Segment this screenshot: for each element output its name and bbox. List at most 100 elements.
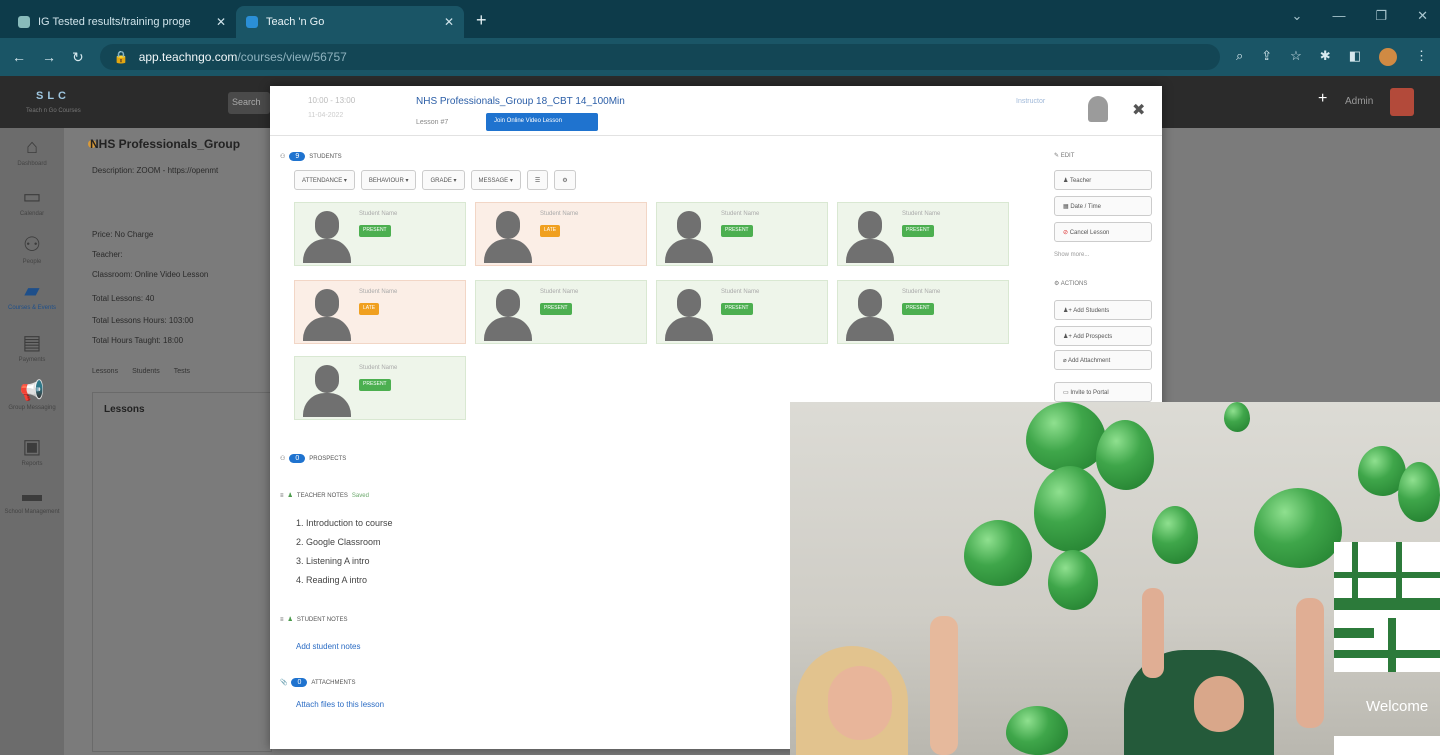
student-card[interactable]: Student Name PRESENT <box>656 280 828 344</box>
paperclip-icon: 📎 <box>280 680 288 686</box>
sidebar-item-payments[interactable]: ▤ Payments <box>0 330 64 363</box>
actions-section-label: ⚙ ACTIONS <box>1054 281 1088 287</box>
edit-date-time-button[interactable]: ▦ Date / Time <box>1054 196 1152 216</box>
attendance-dropdown[interactable]: ATTENDANCE ▾ <box>294 170 355 190</box>
student-card[interactable]: Student Name PRESENT <box>656 202 828 266</box>
minimize-button[interactable]: — <box>1332 8 1345 24</box>
student-name: Student Name <box>721 211 760 217</box>
behaviour-dropdown[interactable]: BEHAVIOUR ▾ <box>360 170 417 190</box>
sidebar-item-calendar[interactable]: ▭ Calendar <box>0 184 64 217</box>
people-icon: ⚇ <box>23 234 41 256</box>
browser-tab-1[interactable]: IG Tested results/training proge ✕ <box>8 6 236 38</box>
share-icon[interactable]: ⇪ <box>1261 48 1272 66</box>
restore-button[interactable]: ❐ <box>1375 8 1387 24</box>
lesson-time: 10:00 - 13:00 <box>308 96 356 105</box>
course-classroom: Classroom: Online Video Lesson <box>92 270 209 279</box>
student-card[interactable]: Student Name LATE <box>294 280 466 344</box>
student-card[interactable]: Student Name PRESENT <box>837 280 1009 344</box>
tab-close-icon[interactable]: ✕ <box>444 15 454 29</box>
forward-arrow-icon[interactable]: → <box>42 49 56 65</box>
attachments-count-badge: 0 <box>291 678 308 687</box>
list-view-button[interactable]: ☰ <box>526 170 549 190</box>
add-students-button[interactable]: ♟+ Add Students <box>1054 300 1152 320</box>
close-modal-button[interactable]: ✖ <box>1132 100 1145 120</box>
join-video-lesson-button[interactable]: Join Online Video Lesson <box>486 113 598 131</box>
attendance-badge[interactable]: PRESENT <box>540 303 572 315</box>
attendance-badge[interactable]: PRESENT <box>359 225 391 237</box>
attendance-badge[interactable]: LATE <box>540 225 561 237</box>
user-avatar[interactable] <box>1390 88 1414 116</box>
show-more-link[interactable]: Show more... <box>1054 252 1089 258</box>
attendance-badge[interactable]: PRESENT <box>902 303 934 315</box>
bookmark-star-icon[interactable]: ☆ <box>1290 48 1302 66</box>
grade-dropdown[interactable]: GRADE ▾ <box>422 170 465 190</box>
student-avatar <box>844 209 896 263</box>
profile-avatar[interactable] <box>1379 48 1397 66</box>
tab-lessons[interactable]: Lessons <box>92 368 118 375</box>
attendance-badge[interactable]: PRESENT <box>902 225 934 237</box>
attendance-badge[interactable]: PRESENT <box>721 303 753 315</box>
message-dropdown[interactable]: MESSAGE ▾ <box>470 170 521 190</box>
new-tab-button[interactable]: + <box>476 10 487 31</box>
reload-icon[interactable]: ↻ <box>72 49 84 66</box>
sidebar-item-school[interactable]: ▬ School Management <box>0 484 64 515</box>
instructor-name: Instructor <box>1016 98 1046 105</box>
invite-to-portal-button[interactable]: ▭ Invite to Portal <box>1054 382 1152 402</box>
attendance-badge[interactable]: LATE <box>359 303 380 315</box>
sidebar-item-label: Payments <box>18 357 46 363</box>
browser-tab-bar: IG Tested results/training proge ✕ Teach… <box>0 0 1440 38</box>
lesson-course-link[interactable]: NHS Professionals_Group 18_CBT 14_100Min <box>416 96 625 107</box>
back-arrow-icon[interactable]: ← <box>12 49 26 65</box>
home-icon: ⌂ <box>25 136 39 158</box>
tab-students[interactable]: Students <box>132 368 160 375</box>
extensions-icon[interactable]: ✱ <box>1320 48 1331 66</box>
course-teacher: Teacher: <box>92 250 123 259</box>
balloon-image <box>1152 506 1198 564</box>
settings-button[interactable]: ⚙ <box>554 170 576 190</box>
person-face-image <box>828 666 892 740</box>
people-icon: ⚇ <box>280 154 286 160</box>
sidebar-item-courses[interactable]: ▰ Courses & Events <box>0 278 64 311</box>
student-card[interactable]: Student Name PRESENT <box>475 280 647 344</box>
sidebar-item-reports[interactable]: ▣ Reports <box>0 434 64 467</box>
lessons-heading: Lessons <box>104 404 145 415</box>
tab-search-icon[interactable]: ⌄ <box>1292 8 1303 24</box>
attendance-badge[interactable]: PRESENT <box>359 379 391 391</box>
add-prospects-button[interactable]: ♟+ Add Prospects <box>1054 326 1152 346</box>
close-window-button[interactable]: ✕ <box>1417 8 1428 24</box>
student-avatar <box>482 287 534 341</box>
sidebar-item-label: People <box>22 259 42 265</box>
sidebar-item-dashboard[interactable]: ⌂ Dashboard <box>0 136 64 167</box>
add-attachment-button[interactable]: ⌀ Add Attachment <box>1054 350 1152 370</box>
balloon-image <box>1398 462 1440 522</box>
edit-teacher-button[interactable]: ♟ Teacher <box>1054 170 1152 190</box>
course-description: Description: ZOOM - https://openmt <box>92 166 219 175</box>
side-panel-icon[interactable]: ◧ <box>1349 48 1361 66</box>
sidebar-item-people[interactable]: ⚇ People <box>0 232 64 265</box>
quick-add-button[interactable]: + <box>1318 90 1327 108</box>
tab-close-icon[interactable]: ✕ <box>216 15 226 29</box>
student-card[interactable]: Student Name PRESENT <box>837 202 1009 266</box>
zoom-icon[interactable]: ⌕ <box>1236 48 1243 66</box>
attendance-badge[interactable]: PRESENT <box>721 225 753 237</box>
student-card[interactable]: Student Name LATE <box>475 202 647 266</box>
attach-files-link[interactable]: Attach files to this lesson <box>296 700 384 709</box>
sidebar-item-messaging[interactable]: 📢 Group Messaging <box>0 378 64 411</box>
add-student-notes-link[interactable]: Add student notes <box>296 642 361 651</box>
cancel-lesson-button[interactable]: ⊘ Cancel Lesson <box>1054 222 1152 242</box>
student-card[interactable]: Student Name PRESENT <box>294 356 466 420</box>
book-icon: ▰ <box>24 280 40 302</box>
grip-icon: ≡ <box>280 492 284 499</box>
person-arm-image <box>1142 588 1164 678</box>
tab-tests[interactable]: Tests <box>174 368 190 375</box>
teacher-notes-label: TEACHER NOTES <box>296 492 348 499</box>
url-field[interactable]: 🔒 app.teachngo.com/courses/view/56757 <box>99 44 1220 70</box>
student-card[interactable]: Student Name PRESENT <box>294 202 466 266</box>
user-name[interactable]: Admin <box>1345 96 1373 107</box>
teacher-notes-list[interactable]: 1. Introduction to course 2. Google Clas… <box>296 514 393 590</box>
browser-menu-icon[interactable]: ⋮ <box>1415 48 1428 66</box>
app-search-button[interactable]: Search <box>228 92 270 114</box>
browser-tab-2[interactable]: Teach 'n Go ✕ <box>236 6 464 38</box>
app-logo[interactable]: SLC <box>36 90 70 102</box>
teacher-notes-header: ≡ ♟ TEACHER NOTES Saved <box>280 492 369 500</box>
